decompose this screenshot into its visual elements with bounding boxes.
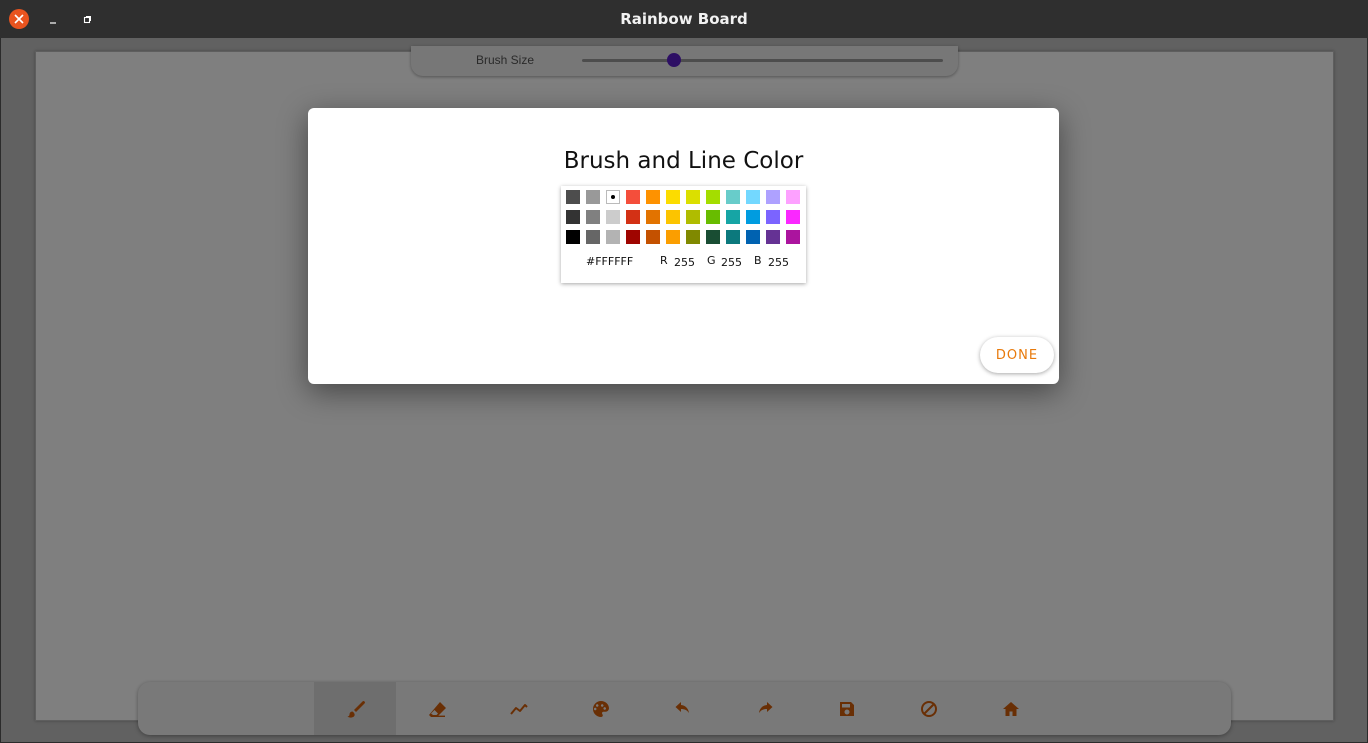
color-picker: #FFFFFF R 255 G 255 B 255 <box>561 186 806 283</box>
color-swatch[interactable] <box>666 210 680 224</box>
g-value[interactable]: 255 <box>721 256 742 269</box>
hex-value[interactable]: #FFFFFF <box>586 255 633 268</box>
color-swatch[interactable] <box>566 190 580 204</box>
color-swatch[interactable] <box>746 190 760 204</box>
color-swatch[interactable] <box>606 210 620 224</box>
color-swatch[interactable] <box>786 190 800 204</box>
r-value[interactable]: 255 <box>674 256 695 269</box>
color-swatch[interactable] <box>706 230 720 244</box>
color-swatch[interactable] <box>746 230 760 244</box>
swatch-grid <box>566 190 800 244</box>
color-swatch[interactable] <box>586 230 600 244</box>
title-bar: Rainbow Board <box>0 0 1368 38</box>
color-swatch[interactable] <box>566 230 580 244</box>
color-swatch[interactable] <box>726 190 740 204</box>
color-swatch[interactable] <box>626 210 640 224</box>
color-dialog: Brush and Line Color #FFFFFF R 255 G 255… <box>308 108 1059 384</box>
window-title: Rainbow Board <box>620 10 748 28</box>
color-swatch[interactable] <box>786 210 800 224</box>
color-swatch[interactable] <box>686 190 700 204</box>
color-swatch[interactable] <box>746 210 760 224</box>
color-swatch[interactable] <box>706 210 720 224</box>
color-swatch[interactable] <box>606 190 620 204</box>
color-swatch[interactable] <box>666 230 680 244</box>
color-swatch[interactable] <box>626 230 640 244</box>
color-swatch[interactable] <box>606 230 620 244</box>
color-swatch[interactable] <box>766 210 780 224</box>
color-swatch[interactable] <box>686 210 700 224</box>
color-swatch[interactable] <box>586 210 600 224</box>
color-swatch[interactable] <box>646 190 660 204</box>
color-swatch[interactable] <box>566 210 580 224</box>
done-button[interactable]: DONE <box>980 337 1054 373</box>
color-swatch[interactable] <box>786 230 800 244</box>
color-swatch[interactable] <box>726 210 740 224</box>
color-swatch[interactable] <box>686 230 700 244</box>
dialog-title: Brush and Line Color <box>563 148 804 174</box>
color-swatch[interactable] <box>646 210 660 224</box>
color-swatch[interactable] <box>766 230 780 244</box>
b-value[interactable]: 255 <box>768 256 789 269</box>
r-label: R <box>660 254 668 267</box>
b-label: B <box>754 254 762 267</box>
color-swatch[interactable] <box>586 190 600 204</box>
color-swatch[interactable] <box>626 190 640 204</box>
color-swatch[interactable] <box>726 230 740 244</box>
color-swatch[interactable] <box>666 190 680 204</box>
g-label: G <box>707 254 716 267</box>
color-swatch[interactable] <box>646 230 660 244</box>
color-swatch[interactable] <box>706 190 720 204</box>
color-swatch[interactable] <box>766 190 780 204</box>
